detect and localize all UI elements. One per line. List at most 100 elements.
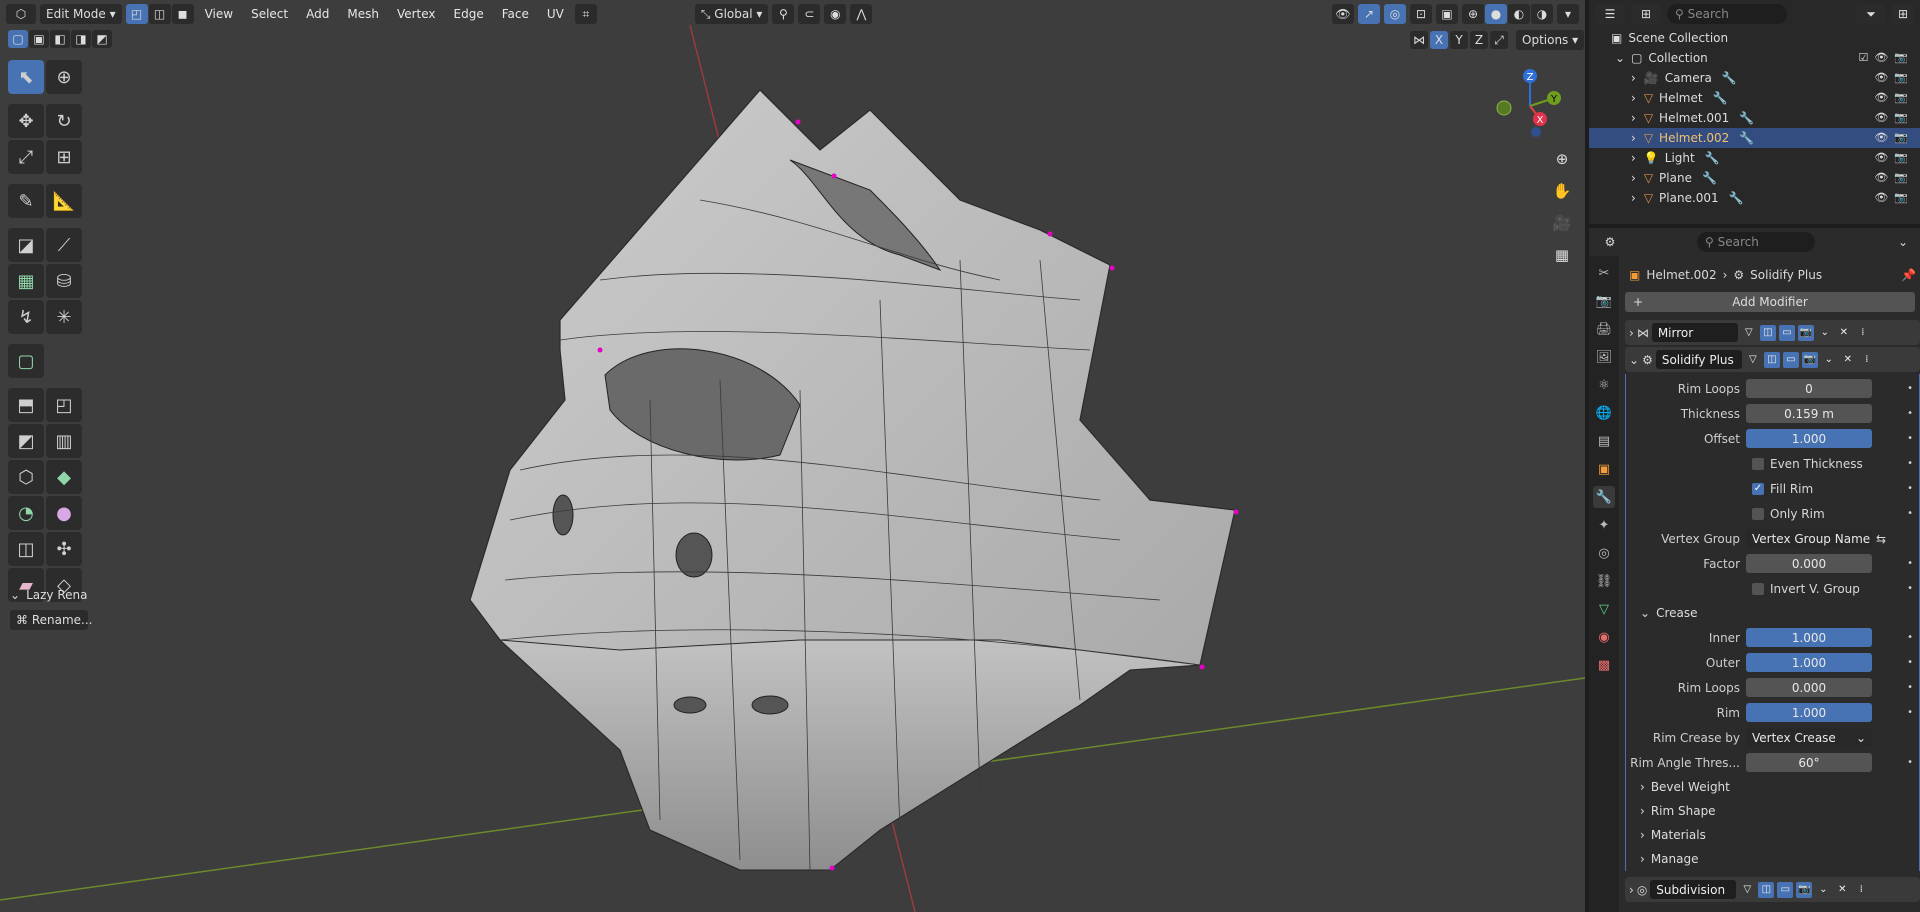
vertex-select-icon[interactable]: ◰ [125,4,148,24]
physics-tab-icon[interactable]: ◎ [1593,542,1615,564]
camera-render-icon[interactable]: 📷 [1894,171,1908,184]
keyframe-dot-icon[interactable]: • [1907,632,1913,643]
overlay-toggle-icon[interactable]: ◎ [1384,4,1406,24]
material-tab-icon[interactable]: ◉ [1593,626,1615,648]
select-subtract-icon[interactable]: ◧ [50,30,70,48]
chevron-right-icon[interactable]: › [1631,131,1636,145]
cylinder-tool-icon[interactable]: ⛁ [46,264,82,298]
outliner-item[interactable]: › ▽ Plane 🔧 👁 📷 [1589,168,1920,188]
camera-render-icon[interactable]: 📷 [1894,151,1908,164]
keyframe-dot-icon[interactable]: • [1907,757,1913,768]
eye-icon[interactable]: 👁 [1874,191,1888,204]
modifier-tab-icon[interactable]: 🔧 [1593,486,1615,508]
zoom-icon[interactable]: ⊕ [1549,146,1575,172]
add-cube-icon[interactable]: ▢ [8,344,44,378]
modifier-menu-icon[interactable]: ⌄ [1817,325,1833,341]
invert-v-group-checkbox[interactable] [1752,582,1764,595]
offset-field[interactable]: 1.000 [1746,429,1872,448]
drag-handle-icon[interactable]: ⁞ [1855,325,1871,341]
proportional-edit-icon[interactable]: ◉ [824,4,847,24]
keyframe-dot-icon[interactable]: • [1907,657,1913,668]
poly-build-tool-icon[interactable]: ◆ [46,460,82,494]
transform-tool-icon[interactable]: ⊞ [46,140,82,174]
rim-loops-crease-field[interactable]: 0.000 [1746,678,1872,697]
chevron-right-icon[interactable]: › [1631,191,1636,205]
lazy-panel-header[interactable]: ⌄ Lazy Rena [10,588,88,602]
rendered-shading-icon[interactable]: ◑ [1531,4,1553,24]
menu-vertex[interactable]: Vertex [390,4,443,24]
knife-tool-icon[interactable]: ⬡ [8,460,44,494]
new-collection-icon[interactable]: ⊞ [1892,4,1914,24]
menu-view[interactable]: View [198,4,240,24]
crease-panel-header[interactable]: ⌄ Crease [1626,601,1919,625]
viewport-display-icon[interactable]: ▭ [1777,881,1794,898]
sculpt-icon[interactable]: ⌗ [574,4,597,24]
eye-icon[interactable]: 👁 [1874,71,1888,84]
editor-type-button[interactable]: ⬡ [6,4,36,24]
data-tab-icon[interactable]: ▽ [1593,598,1615,620]
keyframe-dot-icon[interactable]: • [1907,508,1913,519]
drag-handle-icon[interactable]: ⁞ [1859,352,1875,368]
mirror-modifier-header[interactable]: › ⋈ Mirror ▽ ◫ ▭ 📷 ⌄ ✕ ⁞ [1625,320,1920,345]
rim-crease-field[interactable]: 1.000 [1746,703,1872,722]
camera-render-icon[interactable]: 📷 [1894,51,1908,64]
face-select-icon[interactable]: ◼ [171,4,194,24]
subdivision-modifier-header[interactable]: › ◎ Subdivision ▽ ◫ ▭ 📷 ⌄ ✕ ⁞ [1625,877,1920,902]
xray-icon[interactable]: ▣ [1436,4,1458,24]
subpanel-header[interactable]: › Rim Shape [1626,799,1919,823]
add-modifier-button[interactable]: + Add Modifier [1625,292,1915,312]
texture-tab-icon[interactable]: ▩ [1593,654,1615,676]
only-rim-checkbox[interactable] [1752,507,1764,520]
properties-editor-icon[interactable]: ⚙ [1595,232,1625,252]
constraints-tab-icon[interactable]: ⛓ [1593,570,1615,592]
rim-crease-by-dropdown[interactable]: Vertex Crease ⌄ [1746,728,1872,747]
keyframe-dot-icon[interactable]: • [1907,682,1913,693]
mode-dropdown[interactable]: Edit Mode ▾ [40,4,122,24]
eye-icon[interactable]: 👁 [1874,131,1888,144]
edit-cage-icon[interactable]: ▽ [1739,882,1755,898]
output-tab-icon[interactable]: 🖨 [1593,318,1615,340]
vertex-group-field[interactable]: Vertex Group Name [1746,529,1872,548]
edge-select-icon[interactable]: ◫ [148,4,171,24]
eye-icon[interactable]: 👁 [1874,51,1888,64]
menu-edge[interactable]: Edge [447,4,491,24]
even-thickness-checkbox[interactable] [1752,457,1764,470]
menu-face[interactable]: Face [495,4,536,24]
tool-tab-icon[interactable]: ✂ [1593,262,1615,284]
solidify-name-field[interactable]: Solidify Plus [1655,350,1742,369]
shading-options-icon[interactable]: ▾ [1557,4,1579,24]
collection-row[interactable]: ⌄ ▢ Collection ☑ 👁 📷 [1589,48,1920,68]
view-layer-tab-icon[interactable]: 🖼 [1593,346,1615,368]
close-icon[interactable]: ✕ [1834,882,1850,898]
wireframe-shading-icon[interactable]: ⊕ [1462,4,1484,24]
outliner-search[interactable]: ⚲ Search [1667,4,1787,24]
add-edge-tool-icon[interactable]: ⟋ [46,228,82,262]
rim-angle-field[interactable]: 60° [1746,753,1872,772]
spin-mesh-tool-icon[interactable]: ◔ [8,496,44,530]
properties-search[interactable]: ⚲ Search [1697,232,1815,252]
visibility-icon[interactable]: 👁 [1332,4,1354,24]
outliner-item[interactable]: › ▽ Helmet.001 🔧 👁 📷 [1589,108,1920,128]
collection-tab-icon[interactable]: ▤ [1593,430,1615,452]
subpanel-header[interactable]: › Bevel Weight [1626,775,1919,799]
fill-rim-checkbox[interactable]: ✓ [1752,482,1764,495]
display-mode-icon[interactable]: ⊞ [1631,4,1661,24]
modifier-menu-icon[interactable]: ⌄ [1815,882,1831,898]
spin-tool-icon[interactable]: ↯ [8,300,44,334]
select-intersect-icon[interactable]: ◩ [92,30,112,48]
axis-x-button[interactable]: X [1430,31,1448,49]
add-cube-tool-icon[interactable]: ◪ [8,228,44,262]
keyframe-dot-icon[interactable]: • [1907,583,1913,594]
edge-slide-tool-icon[interactable]: ◫ [8,532,44,566]
editmode-icon[interactable]: ◫ [1759,324,1776,341]
keyframe-dot-icon[interactable]: • [1907,383,1913,394]
world-tab-icon[interactable]: 🌐 [1593,402,1615,424]
filter-icon[interactable]: ⏷ [1856,4,1886,24]
drag-handle-icon[interactable]: ⁞ [1853,882,1869,898]
keyframe-dot-icon[interactable]: • [1907,433,1913,444]
thickness-field[interactable]: 0.159 m [1746,404,1872,423]
outliner-item[interactable]: › 💡 Light 🔧 👁 📷 [1589,148,1920,168]
axis-y-button[interactable]: Y [1450,31,1468,49]
editmode-icon[interactable]: ◫ [1758,881,1775,898]
camera-render-icon[interactable]: 📷 [1894,71,1908,84]
